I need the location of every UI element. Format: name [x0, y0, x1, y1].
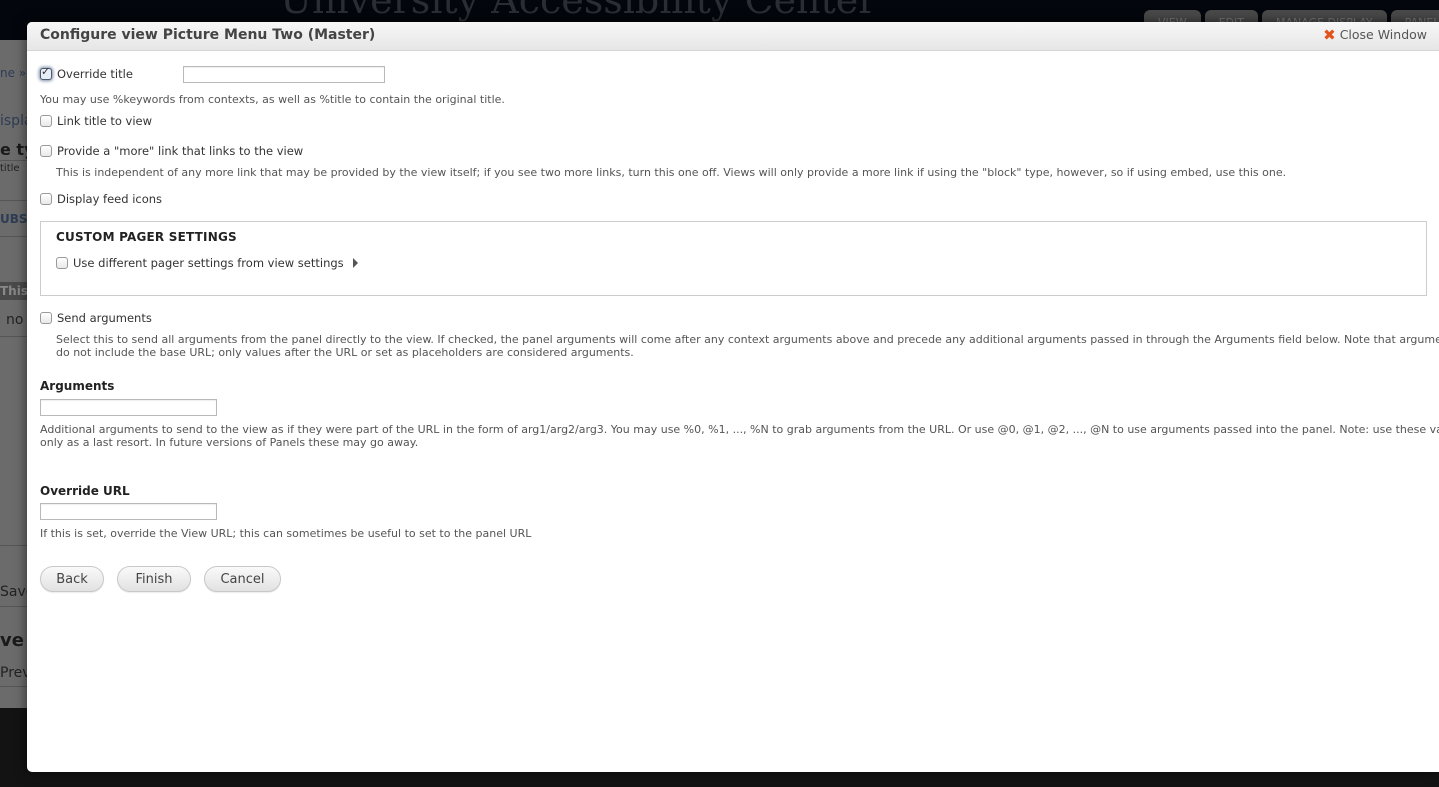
background-breadcrumb: ne » L — [0, 66, 28, 80]
arguments-help-line1: Additional arguments to send to the view… — [40, 423, 1439, 436]
override-title-checkbox[interactable] — [40, 65, 52, 80]
finish-button[interactable]: Finish — [117, 566, 191, 592]
pager-settings-label: Use different pager settings from view s… — [73, 256, 344, 270]
back-button[interactable]: Back — [40, 566, 104, 592]
feed-icons-label: Display feed icons — [57, 192, 163, 206]
send-arguments-label: Send arguments — [57, 311, 152, 325]
override-url-label: Override URL — [40, 484, 130, 498]
arguments-input[interactable] — [40, 399, 217, 416]
link-title-checkbox[interactable] — [40, 115, 52, 127]
background-fragment: title — [0, 163, 20, 174]
send-arguments-help-line2: do not include the base URL; only values… — [56, 346, 634, 359]
override-url-input[interactable] — [40, 503, 217, 520]
pager-settings-checkbox[interactable] — [56, 257, 68, 269]
background-fragment: This — [0, 284, 28, 298]
background-divider — [0, 160, 28, 161]
background-fragment: no — [6, 312, 24, 328]
cancel-button[interactable]: Cancel — [204, 566, 281, 592]
send-arguments-help-line1: Select this to send all arguments from t… — [56, 333, 1439, 346]
background-divider — [0, 686, 28, 687]
background-divider — [0, 336, 28, 337]
arguments-label: Arguments — [40, 379, 115, 393]
background-divider — [0, 236, 28, 237]
pager-settings-row: Use different pager settings from view s… — [56, 256, 358, 270]
background-divider — [0, 200, 28, 201]
more-link-help: This is independent of any more link tha… — [56, 166, 1287, 179]
send-arguments-row: Send arguments — [40, 311, 152, 325]
more-link-checkbox[interactable] — [40, 145, 52, 157]
background-divider — [0, 545, 28, 546]
feed-icons-row: Display feed icons — [40, 192, 162, 206]
background-fragment: UBS — [0, 212, 28, 226]
close-window-button[interactable]: ✖ Close Window — [1323, 27, 1427, 42]
override-title-input[interactable] — [183, 66, 385, 83]
custom-pager-fieldset: CUSTOM PAGER SETTINGS Use different page… — [40, 221, 1427, 296]
expand-triangle-icon[interactable] — [352, 258, 358, 268]
background-fragment: e ty — [0, 140, 28, 159]
modal-header: Configure view Picture Menu Two (Master)… — [27, 22, 1439, 51]
modal-title: Configure view Picture Menu Two (Master) — [40, 27, 376, 43]
override-url-help: If this is set, override the View URL; t… — [40, 527, 532, 540]
more-link-label: Provide a "more" link that links to the … — [57, 144, 304, 158]
feed-icons-checkbox[interactable] — [40, 193, 52, 205]
background-fragment: ve p — [0, 630, 28, 651]
background-divider — [0, 606, 28, 607]
background-fragment: Save — [0, 584, 28, 600]
override-title-row: Override title — [40, 65, 133, 81]
arguments-help-line2: only as a last resort. In future version… — [40, 436, 419, 449]
background-fragment: Previ — [0, 665, 28, 681]
override-title-label: Override title — [57, 67, 133, 81]
send-arguments-checkbox[interactable] — [40, 312, 52, 324]
override-title-help: You may use %keywords from contexts, as … — [40, 93, 505, 106]
custom-pager-legend: CUSTOM PAGER SETTINGS — [56, 230, 237, 244]
more-link-row: Provide a "more" link that links to the … — [40, 144, 303, 158]
x-icon: ✖ — [1323, 25, 1336, 44]
background-fragment: ispla — [0, 113, 28, 129]
configure-view-modal: Configure view Picture Menu Two (Master)… — [27, 22, 1439, 772]
background-page: ne » L ispla e ty title UBS This no Save… — [0, 40, 28, 708]
close-window-label: Close Window — [1339, 27, 1427, 42]
link-title-row: Link title to view — [40, 114, 152, 128]
link-title-label: Link title to view — [57, 114, 153, 128]
background-site-title: University Accessibility Center — [280, 0, 877, 22]
